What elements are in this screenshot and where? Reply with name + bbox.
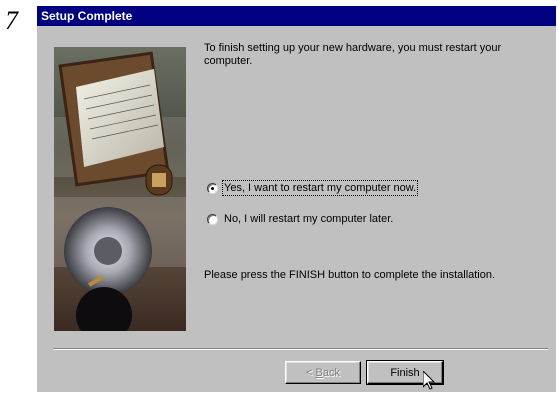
side-illustration [54, 47, 186, 331]
finish-label: Finish [390, 366, 420, 379]
press-finish-message: Please press the FINISH button to comple… [204, 269, 496, 281]
separator [53, 348, 548, 350]
mouse-pointer-icon [422, 369, 436, 395]
restart-later-label[interactable]: No, I will restart my computer later. [224, 213, 393, 225]
title-bar: Setup Complete [37, 6, 556, 26]
finish-message: To finish setting up your new hardware, … [204, 42, 502, 67]
back-prefix: < [306, 366, 316, 379]
back-button[interactable]: < Back [285, 361, 361, 384]
radio-selected-icon[interactable] [207, 182, 218, 194]
step-number: 7 [5, 6, 18, 35]
back-label: Back [315, 366, 340, 379]
restart-now-option[interactable]: Yes, I want to restart my computer now. [207, 180, 419, 196]
restart-later-option[interactable]: No, I will restart my computer later. [207, 213, 393, 225]
setup-dialog: Setup Complete To finish setting up your… [37, 6, 556, 392]
radio-unselected-icon[interactable] [207, 213, 218, 225]
restart-now-label[interactable]: Yes, I want to restart my computer now. [221, 180, 419, 196]
